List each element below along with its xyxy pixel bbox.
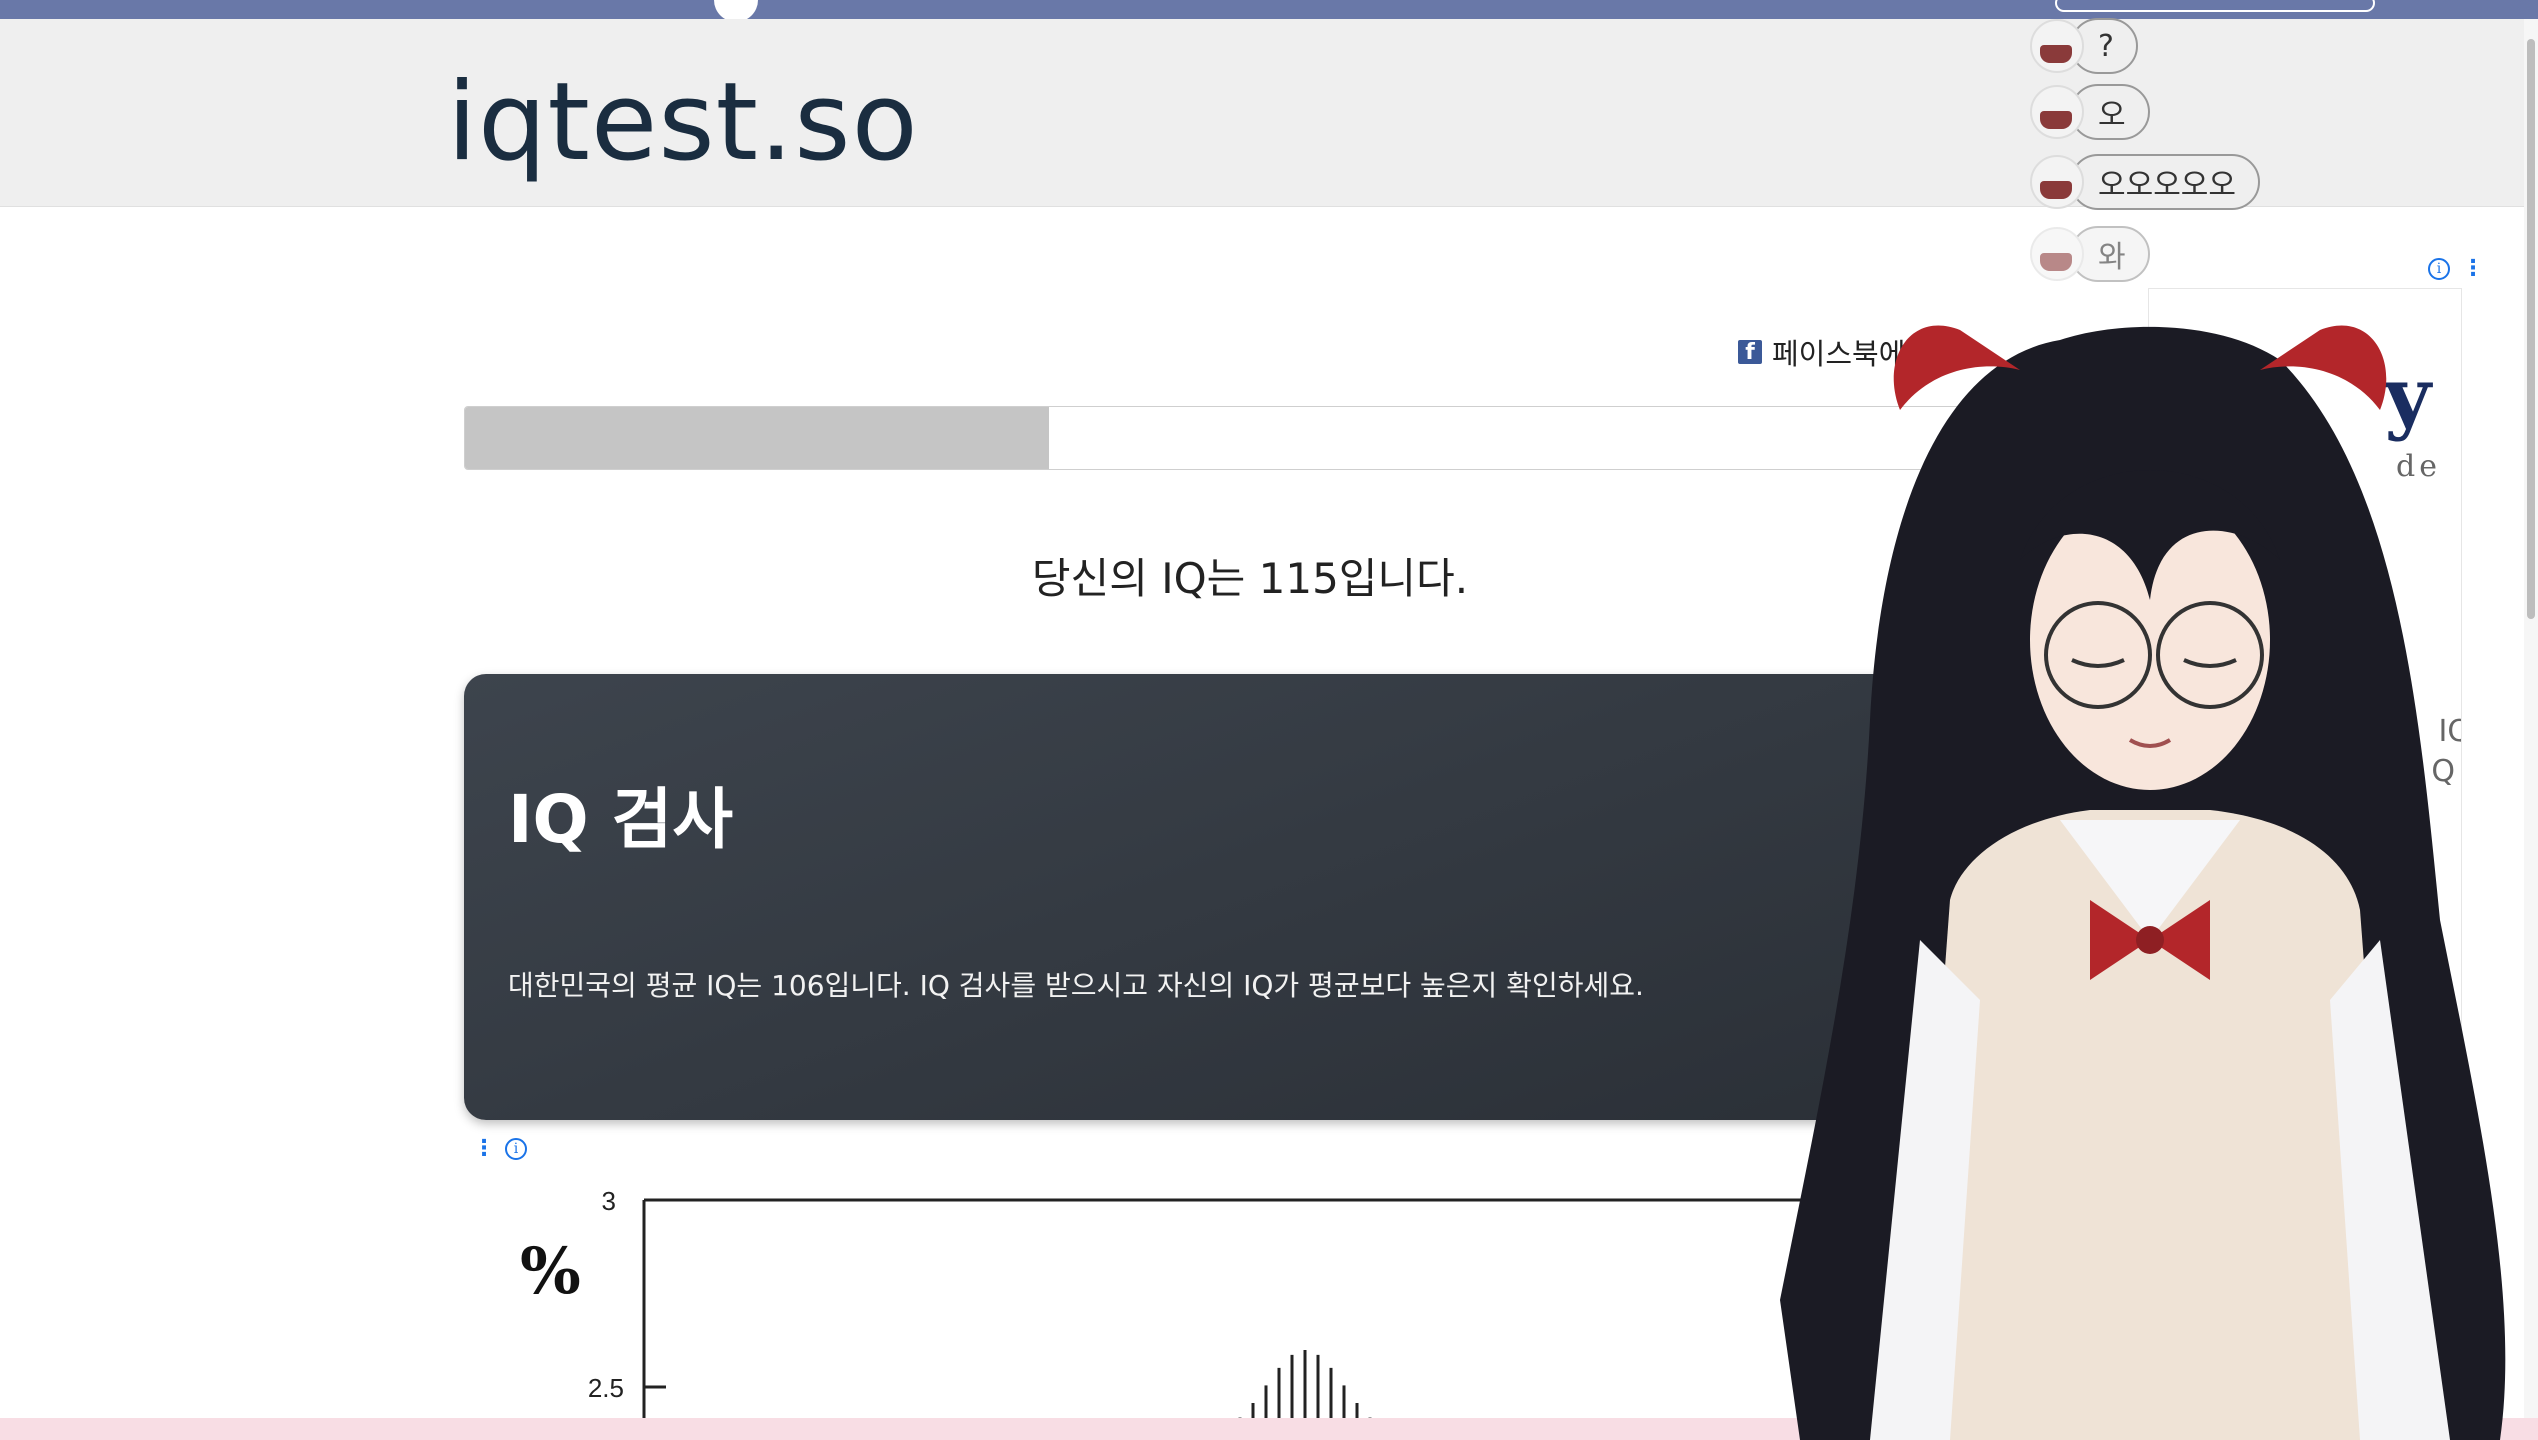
chat-avatar — [2030, 19, 2084, 73]
card-title: IQ 검사 — [508, 781, 734, 858]
chat-avatar — [2030, 155, 2084, 209]
more-vert-icon[interactable]: ⋮ — [473, 1138, 495, 1160]
progress-bar — [464, 406, 1986, 470]
chat-bubble: 오오오오오 — [2070, 154, 2260, 210]
tick-label-2.5: 2.5 — [588, 1373, 624, 1403]
more-vert-icon[interactable]: ⋮ — [2462, 258, 2484, 280]
card-description: 대한민국의 평균 IQ는 106입니다. IQ 검사를 받으시고 자신의 IQ가… — [508, 969, 1644, 1002]
iq-distribution-chart: % 3 2.5 — [480, 1170, 1880, 1440]
info-icon[interactable]: i — [2428, 258, 2450, 280]
facebook-icon: f — [1738, 340, 1762, 365]
ad-choices-left[interactable]: ⋮ i — [473, 1138, 527, 1160]
browser-top-bar — [0, 0, 2538, 22]
info-icon[interactable]: i — [505, 1138, 527, 1160]
ad-choices-right[interactable]: i ⋮ — [2428, 258, 2484, 280]
chat-message: ? — [2030, 18, 2138, 74]
chart-svg: 3 2.5 — [588, 1186, 1880, 1440]
chat-message: 오오오오오 — [2030, 154, 2260, 210]
site-logo[interactable]: iqtest.so — [447, 69, 919, 177]
progress-fill — [465, 407, 1049, 469]
chat-avatar — [2030, 227, 2084, 281]
chat-message: 오 — [2030, 84, 2150, 140]
vtuber-avatar-overlay — [1780, 325, 2506, 1440]
chat-message: 와 — [2030, 226, 2150, 282]
bow-knot — [2136, 926, 2164, 954]
chat-avatar — [2030, 85, 2084, 139]
top-bar-pill — [2055, 0, 2375, 12]
tick-label-3: 3 — [602, 1186, 616, 1216]
